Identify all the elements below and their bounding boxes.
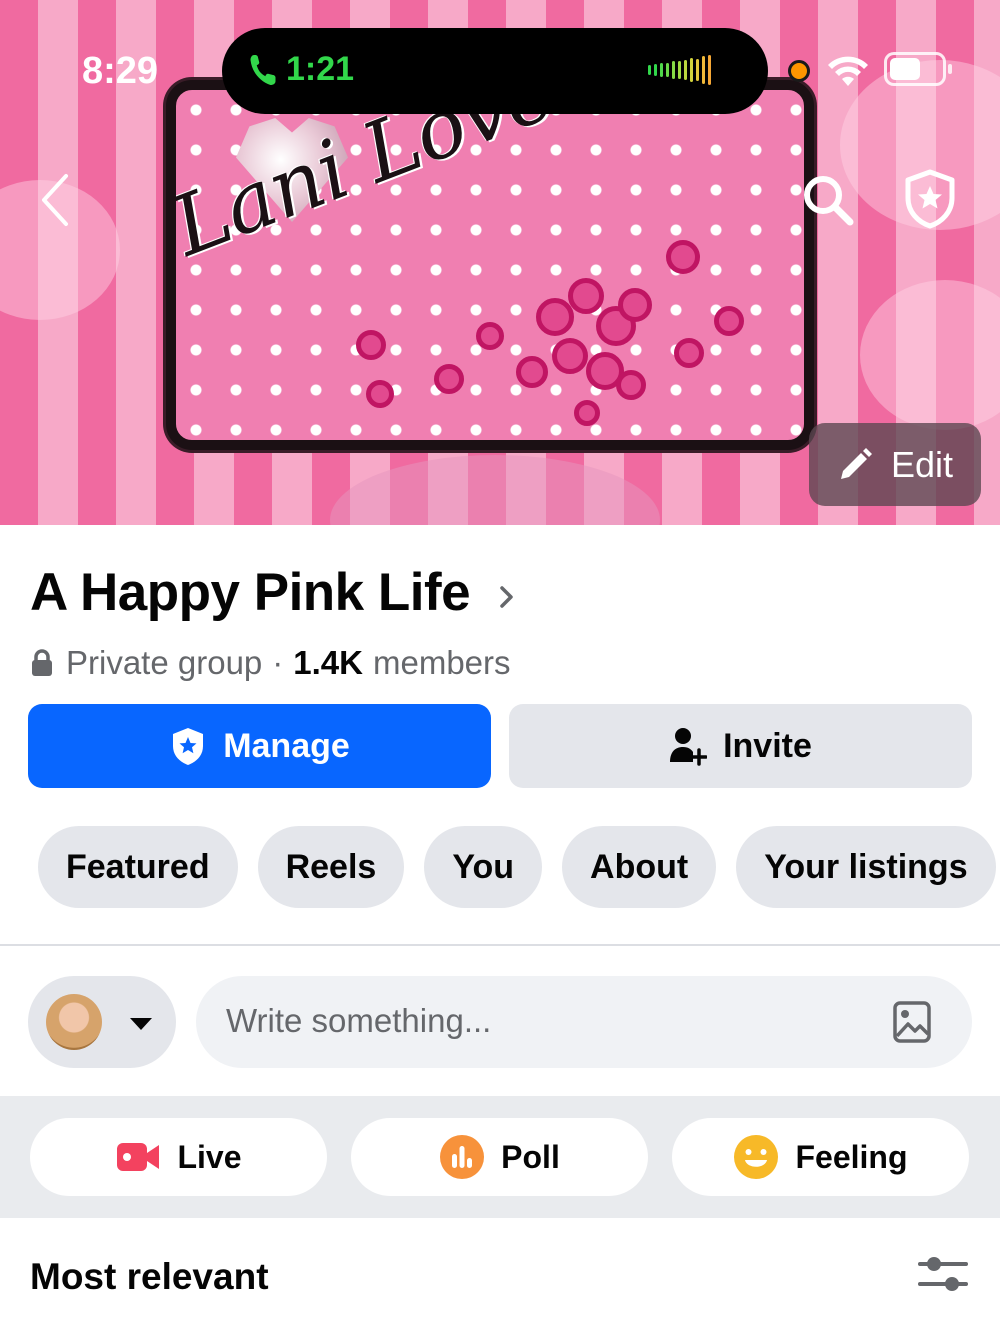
poll-icon — [440, 1135, 485, 1179]
invite-label: Invite — [723, 726, 812, 765]
live-video-icon — [117, 1143, 160, 1171]
tab-reels[interactable]: Reels — [257, 826, 405, 908]
status-time: 8:29 — [82, 50, 159, 92]
tab-featured[interactable]: Featured — [38, 826, 238, 908]
live-button[interactable]: Live — [30, 1118, 327, 1196]
feed-sort-title: Most relevant — [30, 1256, 269, 1297]
back-chevron-icon[interactable] — [36, 172, 72, 228]
edit-cover-button[interactable]: Edit — [809, 423, 981, 506]
search-icon[interactable] — [800, 172, 856, 228]
wifi-icon — [828, 56, 868, 86]
post-as-selector[interactable] — [28, 976, 176, 1068]
battery-icon — [884, 52, 952, 86]
feeling-button[interactable]: Feeling — [672, 1118, 969, 1196]
edit-label: Edit — [890, 443, 954, 485]
section-divider — [0, 944, 1000, 946]
meta-separator: · — [272, 644, 284, 681]
pencil-icon — [840, 447, 872, 479]
audio-waveform-icon — [648, 54, 711, 86]
lock-icon — [32, 649, 52, 676]
member-label[interactable]: members — [373, 644, 511, 682]
live-label: Live — [177, 1138, 242, 1175]
photo-icon[interactable] — [892, 998, 932, 1046]
avatar — [46, 994, 102, 1050]
group-meta: Private group · 1.4K members — [30, 640, 511, 686]
group-tabs: Featured Reels You About Your listings — [38, 826, 996, 908]
group-cover-photo[interactable]: Lani Loves Pink 8:29 1:21 Edit — [0, 0, 1000, 525]
caret-down-icon — [130, 1018, 152, 1030]
call-dynamic-island[interactable]: 1:21 — [222, 28, 768, 114]
poll-label: Poll — [501, 1138, 560, 1175]
feeling-smiley-icon — [734, 1135, 779, 1179]
feeling-label: Feeling — [795, 1138, 908, 1175]
tab-your-listings[interactable]: Your listings — [736, 826, 996, 908]
composer-placeholder: Write something... — [226, 1002, 492, 1039]
write-post-input[interactable]: Write something... — [196, 976, 972, 1068]
call-duration: 1:21 — [286, 50, 355, 88]
tab-you[interactable]: You — [424, 826, 543, 908]
manage-label: Manage — [223, 726, 350, 765]
filter-sliders-icon[interactable] — [918, 1254, 968, 1294]
poll-button[interactable]: Poll — [351, 1118, 648, 1196]
add-person-icon — [670, 728, 708, 766]
admin-shield-icon — [173, 728, 204, 765]
invite-button[interactable]: Invite — [509, 704, 972, 788]
group-name[interactable]: A Happy Pink Life — [30, 562, 471, 623]
chevron-right-icon[interactable] — [496, 580, 518, 614]
privacy-label: Private group — [66, 644, 263, 681]
cover-artwork: Lani Loves Pink — [166, 80, 814, 450]
admin-shield-icon[interactable] — [902, 168, 958, 230]
orange-mic-dot — [788, 60, 810, 82]
phone-icon — [250, 55, 276, 85]
member-count[interactable]: 1.4K — [293, 644, 363, 682]
tab-about[interactable]: About — [562, 826, 717, 908]
manage-button[interactable]: Manage — [28, 704, 491, 788]
